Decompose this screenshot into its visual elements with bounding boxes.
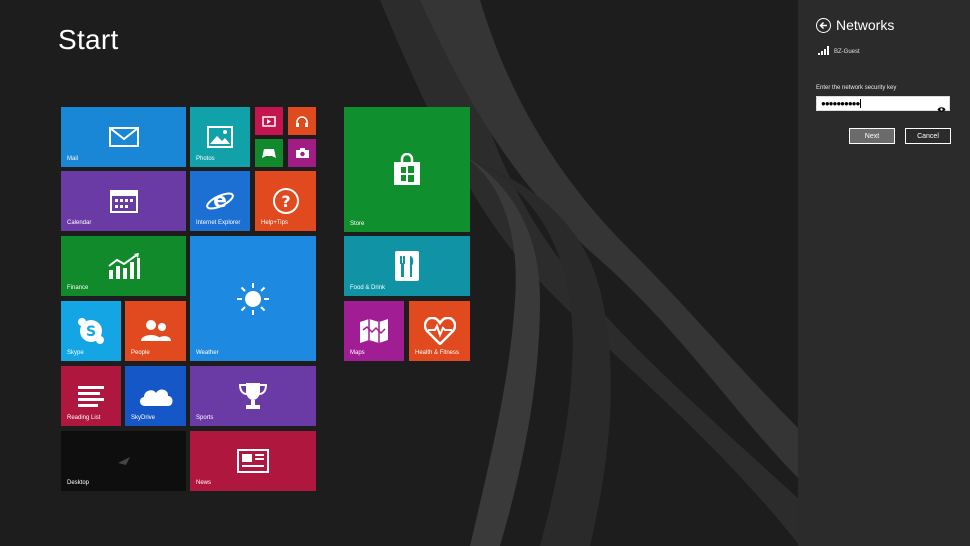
- tile-label: News: [196, 480, 212, 486]
- tile-label: Skype: [67, 350, 84, 356]
- tile-internet-explorer[interactable]: e Internet Explorer: [190, 171, 250, 231]
- camera-icon: [295, 147, 310, 159]
- tile-health-fitness[interactable]: Health & Fitness: [409, 301, 470, 361]
- text-caret: [860, 99, 862, 108]
- finance-chart-icon: [107, 252, 141, 280]
- tile-weather[interactable]: Weather: [190, 236, 316, 361]
- tile-finance[interactable]: Finance: [61, 236, 186, 296]
- tile-label: Internet Explorer: [196, 220, 241, 226]
- photos-icon: [207, 126, 233, 148]
- help-icon: ?: [272, 187, 300, 215]
- tile-label: Maps: [350, 350, 365, 356]
- tile-video[interactable]: [255, 107, 283, 135]
- security-key-value: ●●●●●●●●●●: [821, 98, 860, 108]
- game-controller-icon: [261, 148, 277, 159]
- tile-store[interactable]: Store: [344, 107, 470, 232]
- video-icon: [262, 115, 276, 127]
- tile-label: Calendar: [67, 220, 92, 226]
- tile-mail[interactable]: Mail: [61, 107, 186, 167]
- start-title: Start: [58, 24, 119, 55]
- svg-text:?: ?: [281, 192, 290, 211]
- reading-list-icon: [76, 384, 106, 408]
- trophy-icon: [237, 381, 269, 411]
- tile-music[interactable]: [288, 107, 316, 135]
- tile-reading-list[interactable]: Reading List: [61, 366, 121, 426]
- back-button[interactable]: [816, 17, 831, 33]
- store-bag-icon: [391, 152, 423, 187]
- tile-label: Finance: [67, 285, 89, 291]
- networks-charm-panel: Networks BZ-Guest Enter the network secu…: [798, 0, 970, 546]
- desktop-icon: [115, 454, 133, 468]
- wifi-signal-icon: [818, 46, 829, 55]
- tile-label: Help+Tips: [261, 220, 288, 226]
- tile-food-drink[interactable]: Food & Drink: [344, 236, 470, 296]
- tile-help-tips[interactable]: ? Help+Tips: [255, 171, 316, 231]
- tile-label: Health & Fitness: [415, 350, 460, 356]
- tile-people[interactable]: People: [125, 301, 186, 361]
- people-icon: [140, 319, 172, 343]
- tile-label: Store: [350, 221, 365, 227]
- sun-icon: [235, 281, 271, 317]
- tile-label: Reading List: [67, 415, 101, 421]
- calendar-icon: [109, 189, 138, 213]
- tile-label: Desktop: [67, 480, 90, 486]
- tile-label: Weather: [196, 350, 219, 356]
- tile-news[interactable]: News: [190, 431, 316, 491]
- tile-label: Food & Drink: [350, 285, 386, 291]
- food-icon: [394, 250, 420, 282]
- tile-photos[interactable]: Photos: [190, 107, 250, 167]
- tile-skype[interactable]: S Skype: [61, 301, 121, 361]
- tile-desktop[interactable]: Desktop: [61, 431, 186, 491]
- tile-camera[interactable]: [288, 139, 316, 167]
- network-name: BZ-Guest: [834, 49, 860, 55]
- cancel-button[interactable]: Cancel: [905, 128, 951, 144]
- tile-calendar[interactable]: Calendar: [61, 171, 186, 231]
- charm-title: Networks: [836, 17, 895, 33]
- headphones-icon: [295, 115, 309, 128]
- next-button[interactable]: Next: [849, 128, 895, 144]
- reveal-password-button[interactable]: [937, 100, 946, 118]
- tile-maps[interactable]: Maps: [344, 301, 404, 361]
- skype-icon: S: [77, 317, 105, 345]
- charm-header: Networks: [816, 17, 894, 33]
- tile-skydrive[interactable]: SkyDrive: [125, 366, 186, 426]
- cloud-icon: [137, 384, 175, 408]
- tile-games[interactable]: [255, 139, 283, 167]
- mail-icon: [108, 127, 139, 147]
- newspaper-icon: [237, 449, 269, 473]
- back-arrow-icon: [819, 21, 827, 29]
- eye-icon: [937, 107, 946, 112]
- map-icon: [359, 318, 389, 344]
- tile-label: Photos: [196, 156, 215, 162]
- svg-text:e: e: [213, 188, 227, 212]
- network-item[interactable]: BZ-Guest: [818, 46, 860, 55]
- tile-label: Sports: [196, 415, 214, 421]
- tile-sports[interactable]: Sports: [190, 366, 316, 426]
- security-key-label: Enter the network security key: [816, 85, 897, 91]
- svg-text:S: S: [86, 324, 96, 340]
- tile-label: SkyDrive: [131, 415, 156, 421]
- internet-explorer-icon: e: [205, 186, 235, 216]
- heart-icon: [423, 317, 456, 345]
- security-key-input[interactable]: ●●●●●●●●●●: [816, 96, 950, 112]
- tile-label: People: [131, 350, 150, 356]
- tile-label: Mail: [67, 156, 79, 162]
